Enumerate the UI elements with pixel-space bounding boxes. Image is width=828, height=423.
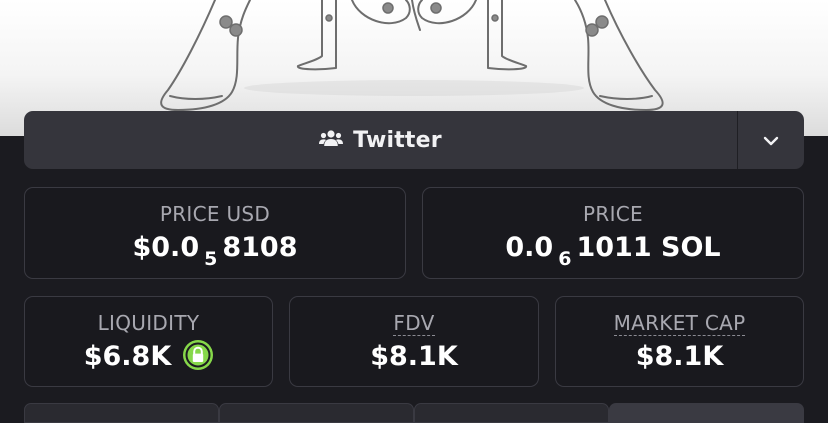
price-usd-prefix: $0.0 xyxy=(132,232,200,263)
price-native-card: PRICE 0.0 6 1011 SOL xyxy=(422,187,804,279)
liquidity-card: LIQUIDITY $6.8K xyxy=(24,296,273,387)
price-usd-zero-count: 5 xyxy=(204,248,218,270)
timeframe-tab[interactable] xyxy=(24,403,219,423)
timeframe-tab[interactable] xyxy=(414,403,609,423)
liquidity-value: $6.8K xyxy=(83,341,172,372)
price-digits: 1011 SOL xyxy=(576,232,721,263)
social-links-bar: Twitter xyxy=(24,111,804,169)
timeframe-tab[interactable] xyxy=(219,403,414,423)
price-value: 0.0 6 1011 SOL xyxy=(423,232,803,270)
fdv-value: $8.1K xyxy=(370,341,458,372)
fdv-title[interactable]: FDV xyxy=(290,311,538,336)
liquidity-value-row: $6.8K xyxy=(25,339,272,373)
market-cap-title-text: MARKET CAP xyxy=(613,311,746,336)
market-cap-title[interactable]: MARKET CAP xyxy=(556,311,803,336)
more-links-toggle[interactable] xyxy=(738,111,804,169)
twitter-link-button[interactable]: Twitter xyxy=(24,111,737,169)
timeframe-tabs-partial xyxy=(24,403,804,423)
market-cap-card: MARKET CAP $8.1K xyxy=(555,296,804,387)
lock-icon[interactable] xyxy=(183,339,214,370)
twitter-label: Twitter xyxy=(353,127,442,153)
fdv-card: FDV $8.1K xyxy=(289,296,539,387)
users-icon xyxy=(319,129,344,151)
price-usd-title: PRICE USD xyxy=(159,202,271,226)
chevron-down-icon xyxy=(763,131,779,150)
price-usd-card: PRICE USD $0.0 5 8108 xyxy=(24,187,406,279)
price-title: PRICE xyxy=(583,202,643,226)
market-cap-value: $8.1K xyxy=(635,341,724,372)
price-usd-value: $0.0 5 8108 xyxy=(25,232,405,270)
timeframe-tab-active[interactable] xyxy=(609,403,804,423)
price-usd-digits: 8108 xyxy=(222,232,298,263)
fdv-title-text: FDV xyxy=(393,311,435,336)
price-zero-count: 6 xyxy=(558,248,572,270)
price-prefix: 0.0 xyxy=(505,232,554,263)
liquidity-title: LIQUIDITY xyxy=(97,311,200,335)
